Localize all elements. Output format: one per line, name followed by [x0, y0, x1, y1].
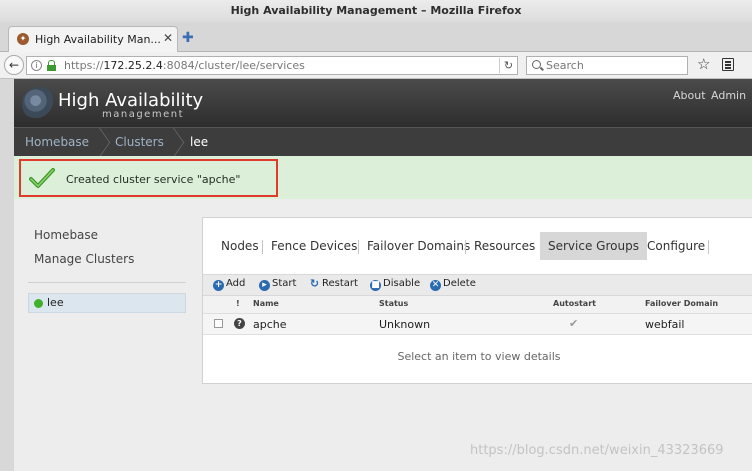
disable-button[interactable]: ■ Disable	[370, 278, 420, 291]
info-icon[interactable]: i	[31, 60, 42, 71]
column-header-name[interactable]: Name	[253, 299, 279, 308]
search-placeholder: Search	[546, 59, 584, 72]
add-icon: +	[213, 280, 224, 291]
delete-label: Delete	[443, 278, 476, 289]
restart-icon: ↻	[309, 277, 320, 290]
search-icon	[532, 60, 541, 69]
about-link[interactable]: About	[673, 89, 706, 102]
cluster-tabs: Nodes Fence Devices Failover Domains Res…	[203, 218, 752, 274]
tab-failover-domains[interactable]: Failover Domains	[367, 232, 470, 260]
tab-service-groups[interactable]: Service Groups	[540, 232, 647, 260]
column-header-failover-domain[interactable]: Failover Domain	[645, 299, 718, 308]
breadcrumb-clusters[interactable]: Clusters	[115, 135, 164, 149]
search-input[interactable]: Search	[526, 56, 688, 75]
app-subtitle: management	[102, 109, 184, 120]
stop-icon: ■	[370, 280, 381, 291]
page-viewport: High Availability management About Admin…	[14, 79, 752, 471]
sidebar-item-cluster[interactable]: lee	[28, 293, 186, 313]
restart-label: Restart	[322, 278, 358, 289]
success-notice: Created cluster service "apche"	[19, 159, 278, 197]
delete-button[interactable]: ✕ Delete	[430, 278, 476, 291]
navigation-bar: ← i https://172.25.2.4:8084/cluster/lee/…	[0, 52, 752, 79]
bookmark-star-icon[interactable]: ☆	[697, 55, 710, 73]
cluster-name: lee	[47, 296, 64, 309]
url-bar[interactable]: i https://172.25.2.4:8084/cluster/lee/se…	[26, 56, 518, 75]
app-title: High Availability	[58, 90, 204, 111]
row-select-checkbox[interactable]	[214, 319, 223, 328]
notice-band: Created cluster service "apche"	[14, 156, 752, 199]
tab-separator	[465, 240, 466, 254]
browser-tab[interactable]: ✦ High Availability Man... ✕	[8, 26, 178, 52]
service-status: Unknown	[379, 318, 431, 331]
column-header-flag: !	[236, 299, 240, 308]
breadcrumb-current: lee	[190, 135, 209, 149]
url-host: 172.25.2.4	[103, 59, 163, 72]
reading-list-icon[interactable]	[722, 58, 734, 71]
watermark: https://blog.csdn.net/weixin_43323669	[470, 443, 724, 458]
unknown-status-icon: ?	[234, 318, 245, 329]
service-toolbar: + Add ▸ Start ↻ Restart ■ Disable ✕ Delete	[203, 274, 752, 296]
sidebar-item-homebase[interactable]: Homebase	[34, 228, 98, 242]
disable-label: Disable	[383, 278, 421, 289]
window-title: High Availability Management – Mozilla F…	[0, 0, 752, 22]
details-placeholder: Select an item to view details	[397, 350, 561, 363]
add-label: Add	[226, 278, 246, 289]
back-button[interactable]: ←	[4, 55, 24, 75]
service-name[interactable]: apche	[253, 318, 287, 331]
tab-separator	[358, 240, 359, 254]
checkmark-icon	[29, 168, 55, 188]
notice-text: Created cluster service "apche"	[66, 173, 241, 186]
breadcrumb-separator	[98, 128, 112, 157]
browser-tab-strip: ✦ High Availability Man... ✕ ✚	[0, 22, 752, 52]
column-header-status[interactable]: Status	[379, 299, 408, 308]
browser-tab-title: High Availability Man...	[35, 33, 161, 46]
play-icon: ▸	[259, 280, 270, 291]
reload-icon[interactable]: ↻	[499, 58, 517, 73]
start-button[interactable]: ▸ Start	[259, 278, 296, 291]
close-tab-icon[interactable]: ✕	[163, 31, 173, 45]
tab-configure[interactable]: Configure	[647, 232, 705, 260]
table-header: ! Name Status Autostart Failover Domain	[203, 296, 752, 314]
cluster-panel: Nodes Fence Devices Failover Domains Res…	[202, 217, 752, 384]
favicon-icon: ✦	[17, 33, 29, 45]
url-text[interactable]: https://172.25.2.4:8084/cluster/lee/serv…	[64, 59, 305, 72]
app-header: High Availability management About Admin	[14, 79, 752, 127]
restart-button[interactable]: ↻ Restart	[309, 278, 358, 289]
service-failover-domain: webfail	[645, 318, 685, 331]
delete-icon: ✕	[430, 280, 441, 291]
sidebar-divider	[28, 282, 186, 283]
breadcrumb-separator	[172, 128, 186, 157]
tab-separator	[262, 240, 263, 254]
tab-fence-devices[interactable]: Fence Devices	[271, 232, 357, 260]
logo-icon	[22, 87, 56, 121]
tab-resources[interactable]: Resources	[474, 232, 535, 260]
new-tab-icon[interactable]: ✚	[182, 30, 194, 46]
add-button[interactable]: + Add	[213, 278, 245, 291]
breadcrumb-homebase[interactable]: Homebase	[25, 135, 89, 149]
start-label: Start	[272, 278, 297, 289]
tab-separator	[708, 240, 709, 254]
admin-link[interactable]: Admin	[711, 89, 746, 102]
sidebar-item-manage-clusters[interactable]: Manage Clusters	[34, 252, 134, 266]
cluster-status-icon	[34, 299, 43, 308]
url-scheme: https://	[64, 59, 104, 72]
column-header-autostart[interactable]: Autostart	[553, 299, 596, 308]
lock-icon[interactable]	[47, 60, 56, 71]
url-path: :8084/cluster/lee/services	[162, 59, 305, 72]
breadcrumb: Homebase Clusters lee	[14, 127, 752, 156]
table-row[interactable]: ? apche Unknown ✔ webfail	[203, 314, 752, 335]
tab-nodes[interactable]: Nodes	[221, 232, 259, 260]
autostart-check-icon: ✔	[569, 317, 579, 330]
